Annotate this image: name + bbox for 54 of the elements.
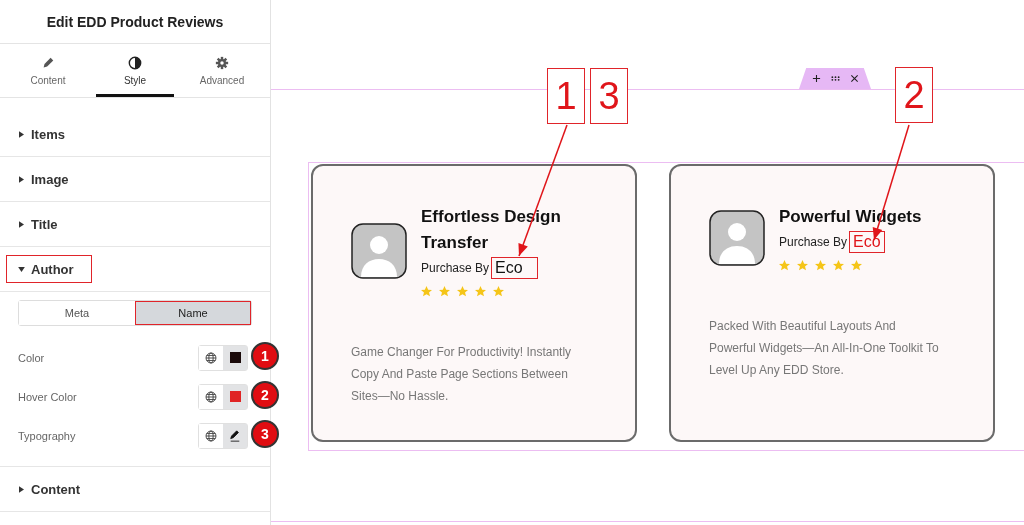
section-header[interactable]: Author — [6, 255, 92, 283]
star-icon — [851, 260, 862, 271]
gear-icon — [215, 56, 229, 70]
globe-icon — [205, 351, 217, 364]
globe-icon — [205, 390, 217, 403]
byline-label: Purchase By — [421, 261, 490, 275]
star-icon — [493, 286, 504, 297]
callout-number: 2 — [895, 67, 933, 123]
review-text: Packed With Beautiful Layouts And Powerful Widgets—An All-In-One Toolkit To Level Up Any EDD Store. — [709, 318, 940, 379]
byline-label: Purchase By — [779, 235, 848, 249]
star-icon — [439, 286, 450, 297]
globe-icon — [205, 429, 217, 442]
panel-tab[interactable]: Advanced — [174, 44, 270, 97]
callout-number: 1 — [547, 68, 585, 124]
caret-icon — [18, 266, 25, 272]
close-icon[interactable] — [849, 74, 859, 83]
caret-icon — [19, 175, 24, 183]
callout-number: 3 — [590, 68, 628, 124]
star-icon — [797, 260, 808, 271]
caret-icon — [19, 130, 24, 138]
star-icon — [779, 260, 790, 271]
star-icon — [457, 286, 468, 297]
picker-button[interactable] — [223, 345, 247, 370]
drag-handle-icon[interactable] — [830, 74, 840, 83]
star-icon — [475, 286, 486, 297]
step-badge: 2 — [251, 380, 279, 409]
author-name: Eco — [491, 257, 538, 279]
avatar-icon — [709, 209, 765, 266]
pencil-icon — [229, 429, 241, 442]
contrast-icon — [128, 56, 142, 70]
star-icon — [833, 260, 844, 271]
panel-tab[interactable]: Content — [0, 44, 96, 97]
pencil-icon — [41, 56, 55, 70]
review-text: Game Changer For Productivity! Instantly Copy And Paste Page Sections Between Sites—No Hassle. — [351, 344, 573, 405]
section-header[interactable]: Image — [6, 165, 82, 193]
control-label: Color — [18, 351, 45, 364]
panel-tab[interactable]: Style — [96, 44, 174, 97]
picker-button[interactable] — [223, 423, 247, 448]
avatar-icon — [351, 222, 407, 279]
step-badge: 1 — [251, 341, 279, 370]
section-header[interactable]: Items — [6, 120, 78, 148]
step-badge: 3 — [251, 419, 279, 448]
section-header[interactable]: Content — [6, 475, 94, 503]
star-icon — [421, 286, 432, 297]
section-header[interactable]: Title — [6, 210, 71, 238]
panel-title: Edit EDD Product Reviews — [46, 13, 224, 30]
control-label: Hover Color — [18, 390, 77, 403]
star-icon — [815, 260, 826, 271]
caret-icon — [19, 485, 24, 493]
author-name: Eco — [849, 231, 885, 253]
add-icon[interactable] — [811, 74, 821, 83]
caret-icon — [19, 220, 24, 228]
toggle-option[interactable]: Name — [135, 301, 251, 325]
control-label: Typography — [18, 429, 76, 442]
